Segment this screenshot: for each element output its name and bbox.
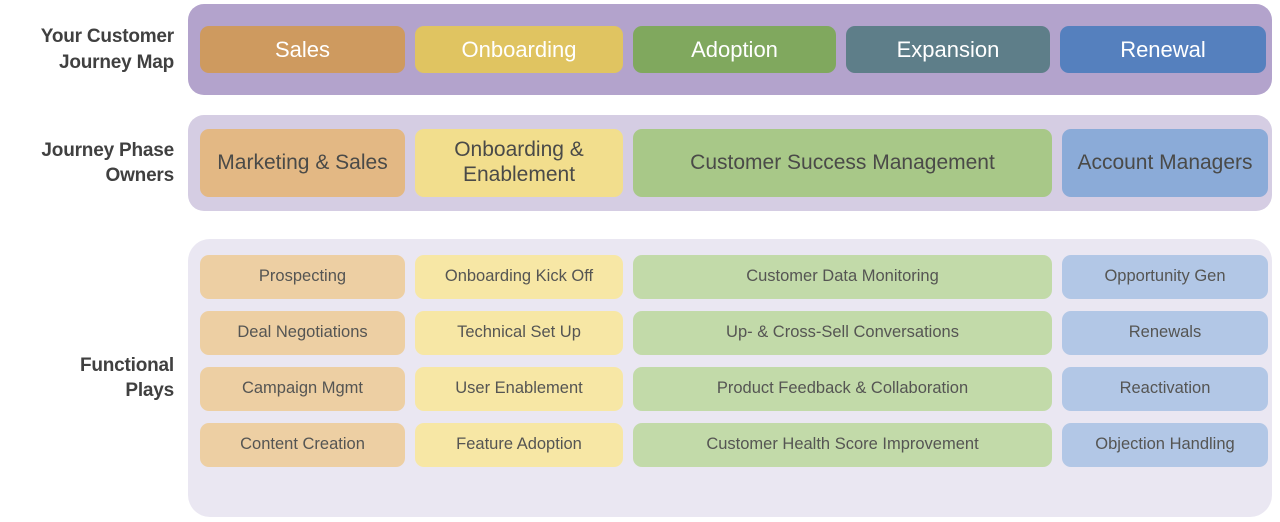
journey-map-diagram: Your Customer Journey Map Sales Onboardi…: [0, 0, 1280, 522]
journey-phase-band: Sales Onboarding Adoption Expansion Rene…: [188, 4, 1272, 95]
play-deal-negotiations[interactable]: Deal Negotiations: [200, 311, 405, 355]
play-renewals[interactable]: Renewals: [1062, 311, 1268, 355]
section-label-functional-plays: Functional Plays: [0, 239, 180, 517]
journey-phase-expansion[interactable]: Expansion: [846, 26, 1050, 73]
play-user-enablement[interactable]: User Enablement: [415, 367, 623, 411]
owner-onboarding-enablement[interactable]: Onboarding & Enablement: [415, 129, 623, 197]
play-onboarding-kick-off[interactable]: Onboarding Kick Off: [415, 255, 623, 299]
plays-row: Campaign Mgmt User Enablement Product Fe…: [200, 367, 1268, 411]
play-customer-data-monitoring[interactable]: Customer Data Monitoring: [633, 255, 1052, 299]
section-label-line-1: Your Customer: [40, 26, 174, 48]
plays-row: Content Creation Feature Adoption Custom…: [200, 423, 1268, 467]
owner-marketing-sales[interactable]: Marketing & Sales: [200, 129, 405, 197]
section-label-line-2: Plays: [125, 380, 174, 401]
section-label-line-2: Owners: [105, 165, 175, 186]
play-customer-health-score-improvement[interactable]: Customer Health Score Improvement: [633, 423, 1052, 467]
journey-phase-sales[interactable]: Sales: [200, 26, 405, 73]
play-product-feedback-collaboration[interactable]: Product Feedback & Collaboration: [633, 367, 1052, 411]
owner-customer-success-management[interactable]: Customer Success Management: [633, 129, 1052, 197]
plays-row: Deal Negotiations Technical Set Up Up- &…: [200, 311, 1268, 355]
section-label-line-2: Journey Map: [59, 51, 174, 73]
plays-row: Prospecting Onboarding Kick Off Customer…: [200, 255, 1268, 299]
journey-phase-renewal[interactable]: Renewal: [1060, 26, 1266, 73]
section-label-line-1: Journey Phase: [41, 139, 174, 161]
play-prospecting[interactable]: Prospecting: [200, 255, 405, 299]
section-label-line-1: Functional: [79, 354, 174, 376]
play-content-creation[interactable]: Content Creation: [200, 423, 405, 467]
functional-plays-band: Prospecting Onboarding Kick Off Customer…: [188, 239, 1272, 517]
journey-phase-onboarding[interactable]: Onboarding: [415, 26, 623, 73]
section-label-journey-map: Your Customer Journey Map: [0, 4, 180, 95]
play-up-cross-sell-conversations[interactable]: Up- & Cross-Sell Conversations: [633, 311, 1052, 355]
journey-phase-adoption[interactable]: Adoption: [633, 26, 836, 73]
phase-owners-band: Marketing & Sales Onboarding & Enablemen…: [188, 115, 1272, 211]
section-label-phase-owners: Journey Phase Owners: [0, 115, 180, 211]
play-technical-set-up[interactable]: Technical Set Up: [415, 311, 623, 355]
play-objection-handling[interactable]: Objection Handling: [1062, 423, 1268, 467]
play-reactivation[interactable]: Reactivation: [1062, 367, 1268, 411]
play-campaign-mgmt[interactable]: Campaign Mgmt: [200, 367, 405, 411]
play-opportunity-gen[interactable]: Opportunity Gen: [1062, 255, 1268, 299]
play-feature-adoption[interactable]: Feature Adoption: [415, 423, 623, 467]
owner-account-managers[interactable]: Account Managers: [1062, 129, 1268, 197]
